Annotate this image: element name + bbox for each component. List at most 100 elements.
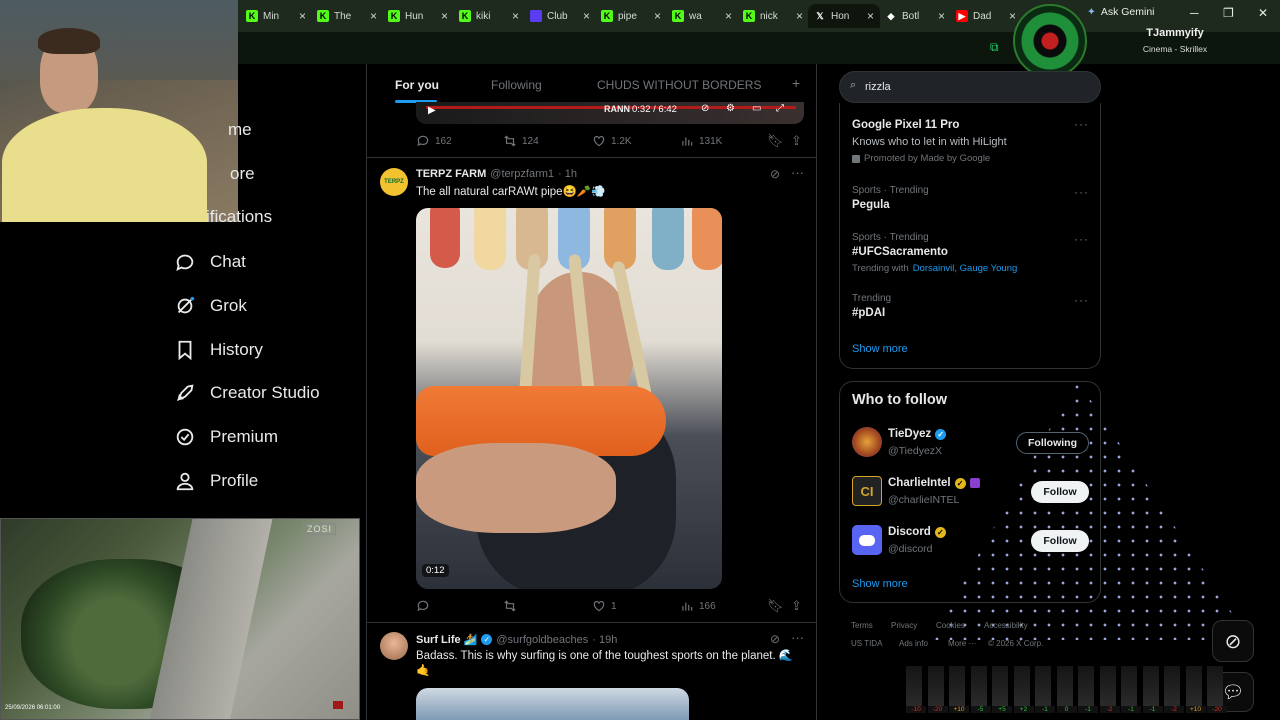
close-tab-icon[interactable]: × bbox=[654, 9, 661, 23]
views-button[interactable]: 131K bbox=[680, 134, 722, 148]
post-author-handle[interactable]: @terpzfarm1 bbox=[490, 168, 554, 180]
reply-button[interactable]: 162 bbox=[416, 134, 452, 148]
views-button[interactable]: 166 bbox=[680, 599, 716, 613]
screen-share-icon[interactable]: ⧉ bbox=[990, 40, 999, 55]
terpz-farm-avatar[interactable]: TERPZ bbox=[380, 168, 408, 196]
follow-button[interactable]: Follow bbox=[1031, 481, 1089, 503]
user-handle[interactable]: @discord bbox=[888, 543, 933, 555]
footer-link[interactable]: US TIDA bbox=[851, 639, 882, 648]
trend-name[interactable]: Google Pixel 11 Pro bbox=[852, 119, 959, 131]
post-time[interactable]: · 1h bbox=[558, 168, 577, 180]
share-icon[interactable]: ⇪ bbox=[791, 133, 802, 149]
close-tab-icon[interactable]: × bbox=[796, 9, 803, 23]
browser-tab[interactable]: Club × bbox=[524, 4, 596, 28]
user-name[interactable]: CharlieIntel bbox=[888, 477, 951, 489]
discord-avatar[interactable] bbox=[852, 525, 882, 555]
user-name[interactable]: Discord bbox=[888, 526, 931, 538]
close-tab-icon[interactable]: × bbox=[299, 9, 306, 23]
post-author-handle[interactable]: @surfgoldbeaches bbox=[496, 634, 588, 646]
footer-link[interactable]: Cookies bbox=[936, 621, 965, 630]
browser-tab[interactable]: ▶ Dad × bbox=[950, 4, 1022, 28]
close-tab-icon[interactable]: × bbox=[1009, 9, 1016, 23]
footer-link[interactable]: Accessibility bbox=[984, 621, 1028, 630]
browser-tab[interactable]: K Min × bbox=[240, 4, 312, 28]
browser-tab[interactable]: ◆ Botl × bbox=[879, 4, 951, 28]
footer-link[interactable]: More ··· bbox=[948, 639, 976, 648]
nav-item-bookmark[interactable]: History bbox=[174, 339, 263, 361]
browser-tab[interactable]: K The × bbox=[311, 4, 383, 28]
add-tab-button[interactable]: + bbox=[792, 75, 800, 91]
like-button[interactable]: 1.2K bbox=[592, 134, 632, 148]
close-tab-icon[interactable]: × bbox=[938, 9, 945, 23]
tab-for-you[interactable]: For you bbox=[395, 78, 439, 92]
browser-tab[interactable]: Kpipe × bbox=[595, 4, 667, 28]
trending-with-links[interactable]: Dorsainvil, Gauge Young bbox=[913, 263, 1018, 274]
more-icon[interactable]: ··· bbox=[1074, 232, 1089, 246]
post-author-name[interactable]: TERPZ FARM bbox=[416, 168, 486, 180]
show-more-link[interactable]: Show more bbox=[852, 578, 908, 590]
tiedyez-avatar[interactable] bbox=[852, 427, 882, 457]
ask-gemini-button[interactable]: ✦ Ask Gemini bbox=[1087, 6, 1155, 18]
repost-button[interactable] bbox=[503, 599, 522, 613]
like-button[interactable]: 1 bbox=[592, 599, 617, 613]
user-name[interactable]: TieDyez bbox=[888, 428, 931, 440]
trend-name[interactable]: Pegula bbox=[852, 199, 890, 211]
bookmark-icon[interactable]: 🔖︎ bbox=[767, 133, 784, 149]
nav-item-person[interactable]: Profile bbox=[174, 470, 258, 492]
nav-item-home[interactable]: me bbox=[228, 120, 252, 140]
mute-icon[interactable]: ⊘ bbox=[701, 103, 709, 114]
user-handle[interactable]: @charlieINTEL bbox=[888, 494, 959, 506]
close-tab-icon[interactable]: × bbox=[512, 9, 519, 23]
close-tab-icon[interactable]: × bbox=[725, 9, 732, 23]
footer-link[interactable]: Terms bbox=[851, 621, 873, 630]
previous-post-video[interactable]: ▶ RANN 0:32 / 6:42 ⊘ ⚙ ▭ ⤢ bbox=[416, 102, 804, 124]
surf-life-avatar[interactable] bbox=[380, 632, 408, 660]
post-time[interactable]: · 19h bbox=[592, 634, 617, 646]
browser-tab[interactable]: 𝕏 Hon × bbox=[808, 4, 880, 28]
post-author-name[interactable]: Surf Life 🏄 bbox=[416, 633, 477, 646]
charlieintel-avatar[interactable]: CI bbox=[852, 476, 882, 506]
nav-item-explore[interactable]: ore bbox=[230, 164, 255, 184]
tab-following[interactable]: Following bbox=[491, 78, 542, 92]
trend-name[interactable]: #pDAI bbox=[852, 307, 885, 319]
grok-icon[interactable]: ⊘ bbox=[770, 632, 780, 646]
restore-icon[interactable]: ❐ bbox=[1223, 6, 1234, 20]
grok-floating-button[interactable]: ⊘ bbox=[1212, 620, 1254, 662]
post-media[interactable] bbox=[416, 688, 689, 720]
close-tab-icon[interactable]: × bbox=[370, 9, 377, 23]
following-button[interactable]: Following bbox=[1016, 432, 1089, 454]
footer-link[interactable]: Ads info bbox=[899, 639, 928, 648]
user-handle[interactable]: @TiedyezX bbox=[888, 445, 942, 457]
follow-button[interactable]: Follow bbox=[1031, 530, 1089, 552]
nav-item-grok[interactable]: Grok bbox=[174, 295, 247, 317]
minimize-icon[interactable]: ─ bbox=[1190, 6, 1199, 20]
more-options-icon[interactable]: ··· bbox=[791, 630, 804, 645]
browser-tab[interactable]: Knick × bbox=[737, 4, 809, 28]
share-icon[interactable]: ⇪ bbox=[791, 598, 802, 614]
tab-chuds-without-borders[interactable]: CHUDS WITHOUT BORDERS bbox=[597, 78, 761, 92]
post-video[interactable]: 0:12 bbox=[416, 208, 722, 589]
repost-button[interactable]: 124 bbox=[503, 134, 539, 148]
more-options-icon[interactable]: ··· bbox=[791, 165, 804, 180]
close-tab-icon[interactable]: × bbox=[583, 9, 590, 23]
bookmark-icon[interactable]: 🔖︎ bbox=[767, 598, 784, 614]
more-icon[interactable]: ··· bbox=[1074, 185, 1089, 199]
pip-icon[interactable]: ▭ bbox=[752, 103, 761, 114]
browser-tab[interactable]: Kwa × bbox=[666, 4, 738, 28]
nav-item-bell[interactable]: ifications bbox=[206, 207, 272, 227]
nav-item-chat[interactable]: Chat bbox=[174, 251, 246, 273]
more-icon[interactable]: ··· bbox=[1074, 293, 1089, 307]
close-tab-icon[interactable]: × bbox=[441, 9, 448, 23]
more-icon[interactable]: ··· bbox=[1074, 117, 1089, 131]
settings-icon[interactable]: ⚙ bbox=[726, 103, 735, 114]
nav-item-premium[interactable]: Premium bbox=[174, 426, 278, 448]
search-bar[interactable]: ⌕ rizzla bbox=[839, 71, 1101, 103]
nav-item-rocket[interactable]: Creator Studio bbox=[174, 382, 320, 404]
window-close-icon[interactable]: ✕ bbox=[1258, 6, 1268, 20]
close-tab-icon[interactable]: × bbox=[867, 9, 874, 23]
browser-tab[interactable]: K Hun × bbox=[382, 4, 454, 28]
fullscreen-icon[interactable]: ⤢ bbox=[776, 103, 784, 114]
show-more-link[interactable]: Show more bbox=[852, 343, 908, 355]
grok-icon[interactable]: ⊘ bbox=[770, 167, 780, 181]
browser-tab[interactable]: Kkiki × bbox=[453, 4, 525, 28]
